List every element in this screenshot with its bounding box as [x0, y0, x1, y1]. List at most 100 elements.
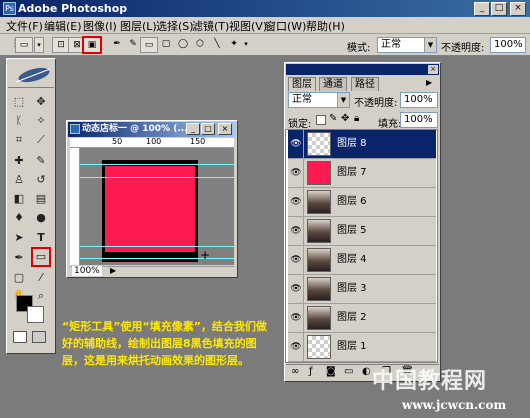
path-select-icon[interactable]: ➤ — [10, 229, 28, 247]
crop-tool-icon[interactable]: ⌗ — [10, 131, 28, 149]
magic-wand-icon[interactable]: ✧ — [32, 112, 50, 130]
layer-opacity-input[interactable]: 100% — [400, 92, 438, 108]
layer-row[interactable]: 👁︎ 图层 1 — [288, 333, 436, 362]
gradient-tool-icon[interactable]: ▤ — [32, 190, 50, 208]
layers-panel: × 图层 通道 路径 ▶ 正常 ▼ 不透明度: 100% 锁定: ✎ ✥ 🔒︎ … — [284, 62, 441, 382]
layer-row[interactable]: 👁︎ 图层 6 — [288, 188, 436, 217]
shape-dropdown-icon[interactable]: ▾ — [241, 37, 251, 53]
layer-row[interactable]: 👁︎ 图层 8 — [288, 130, 436, 159]
healing-brush-icon[interactable]: ✚ — [10, 152, 28, 170]
visibility-eye-icon[interactable]: 👁︎ — [289, 275, 304, 303]
zoom-level[interactable]: 100% — [72, 266, 102, 276]
move-tool-icon[interactable]: ✥ — [32, 93, 50, 111]
menu-file[interactable]: 文件(F) — [6, 18, 43, 34]
blend-mode-select[interactable]: 正常 ▼ — [288, 92, 350, 108]
visibility-eye-icon[interactable]: 👁︎ — [289, 159, 304, 187]
rectangle-tool-icon[interactable]: ▭ — [31, 247, 51, 267]
rounded-rect-icon[interactable]: ▢ — [157, 37, 175, 53]
layer-row[interactable]: 👁︎ 图层 7 — [288, 159, 436, 188]
canvas-area[interactable]: + — [80, 148, 234, 265]
history-brush-icon[interactable]: ↺ — [32, 171, 50, 189]
doc-minimize-button[interactable]: _ — [186, 123, 200, 135]
visibility-eye-icon[interactable]: 👁︎ — [289, 130, 304, 158]
rectangle-shape-icon[interactable]: ▭ — [140, 37, 158, 53]
standard-mode-icon[interactable] — [13, 331, 27, 343]
clone-stamp-icon[interactable]: ♙ — [10, 171, 28, 189]
tab-channels[interactable]: 通道 — [319, 77, 347, 91]
slice-tool-icon[interactable]: ⟋ — [32, 131, 50, 149]
visibility-eye-icon[interactable]: 👁︎ — [289, 304, 304, 332]
fill-input[interactable]: 100% — [400, 112, 438, 128]
layers-panel-titlebar: × — [286, 64, 439, 75]
layer-row[interactable]: 👁︎ 图层 5 — [288, 217, 436, 246]
style-icon[interactable]: ƒ — [309, 366, 313, 377]
layer-thumbnail — [307, 248, 331, 272]
layer-name: 图层 3 — [337, 283, 367, 294]
lasso-tool-icon[interactable]: ᛕ — [10, 112, 28, 130]
layer-row[interactable]: 👁︎ 图层 2 — [288, 304, 436, 333]
canvas-red-fill — [105, 166, 195, 252]
site-url: www.jcwcn.com — [402, 398, 507, 412]
doc-maximize-button[interactable]: □ — [201, 123, 215, 135]
fill-pixels-icon[interactable]: ▣ — [82, 36, 102, 54]
visibility-eye-icon[interactable]: 👁︎ — [289, 333, 304, 361]
dodge-tool-icon[interactable]: ● — [32, 209, 50, 227]
pen-tool-icon[interactable]: ✒ — [10, 249, 28, 267]
tool-preset-rect-icon[interactable]: ▭ — [15, 37, 33, 53]
link-icon[interactable]: ∞ — [291, 366, 299, 377]
tutorial-caption: “矩形工具”使用“填充像素”，结合我们做好的辅助线，绘制出图层8黑色填充的图层，… — [62, 320, 267, 367]
layer-list: 👁︎ 图层 8 👁︎ 图层 7 👁︎ 图层 6 👁︎ 图层 5 👁︎ 图层 4 👁︎ 图层 3 👁︎ 图层… — [285, 129, 438, 363]
crosshair-cursor-icon: + — [200, 248, 211, 262]
notes-tool-icon[interactable]: ▢ — [10, 269, 28, 287]
mode-select[interactable]: 正常 ▼ — [377, 37, 437, 53]
layer-name: 图层 4 — [337, 254, 367, 265]
menu-layer[interactable]: 图层(L) — [120, 18, 157, 34]
guide-line — [80, 177, 234, 178]
visibility-eye-icon[interactable]: 👁︎ — [289, 246, 304, 274]
visibility-eye-icon[interactable]: 👁︎ — [289, 217, 304, 245]
polygon-icon[interactable]: ⬡ — [191, 37, 209, 53]
lock-all-icon[interactable]: 🔒︎ — [354, 113, 359, 124]
background-color-swatch[interactable] — [27, 306, 44, 323]
layer-name: 图层 2 — [337, 312, 367, 323]
visibility-eye-icon[interactable]: 👁︎ — [289, 188, 304, 216]
eyedropper-icon[interactable]: ⁄ — [32, 269, 50, 287]
preset-dropdown-icon[interactable]: ▾ — [34, 37, 44, 53]
zoom-tool-icon[interactable]: ⌕ — [32, 287, 50, 305]
type-tool-icon[interactable]: T — [32, 229, 50, 247]
folder-icon[interactable]: ▭ — [344, 366, 353, 377]
lock-brush-icon[interactable]: ✎ — [329, 113, 337, 124]
ruler-tick: 50 — [112, 137, 123, 146]
tab-paths[interactable]: 路径 — [351, 77, 379, 91]
blur-tool-icon[interactable]: ♦ — [10, 209, 28, 227]
layer-row[interactable]: 👁︎ 图层 3 — [288, 275, 436, 304]
line-icon[interactable]: ╲ — [208, 37, 226, 53]
quickmask-mode-icon[interactable] — [32, 331, 46, 343]
ellipse-icon[interactable]: ◯ — [174, 37, 192, 53]
lock-transparency-icon[interactable] — [316, 115, 326, 125]
menu-view[interactable]: 视图(V) — [229, 18, 267, 34]
menu-help[interactable]: 帮助(H) — [306, 18, 345, 34]
maximize-button[interactable]: □ — [491, 2, 507, 16]
menu-select[interactable]: 选择(S) — [156, 18, 194, 34]
panel-close-button[interactable]: × — [428, 65, 438, 74]
menu-image[interactable]: 图像(I) — [83, 18, 117, 34]
minimize-button[interactable]: _ — [474, 2, 490, 16]
menu-filter[interactable]: 滤镜(T) — [192, 18, 229, 34]
panel-menu-icon[interactable]: ▶ — [426, 78, 432, 87]
doc-close-button[interactable]: × — [218, 123, 232, 135]
mask-icon[interactable]: ◙ — [326, 366, 336, 377]
menu-window[interactable]: 窗口(W) — [265, 18, 306, 34]
marquee-tool-icon[interactable]: ⬚ — [10, 93, 28, 111]
status-arrow-icon[interactable]: ▶ — [110, 266, 116, 275]
close-button[interactable]: × — [510, 2, 526, 16]
eraser-tool-icon[interactable]: ◧ — [10, 190, 28, 208]
layer-row[interactable]: 👁︎ 图层 4 — [288, 246, 436, 275]
lock-move-icon[interactable]: ✥ — [341, 113, 349, 124]
adjust-icon[interactable]: ◐ — [362, 366, 371, 377]
brush-tool-icon[interactable]: ✎ — [32, 152, 50, 170]
menu-edit[interactable]: 编辑(E) — [44, 18, 82, 34]
tab-layers[interactable]: 图层 — [288, 77, 316, 91]
opacity-input[interactable]: 100% — [490, 37, 526, 53]
guide-line — [80, 258, 234, 259]
